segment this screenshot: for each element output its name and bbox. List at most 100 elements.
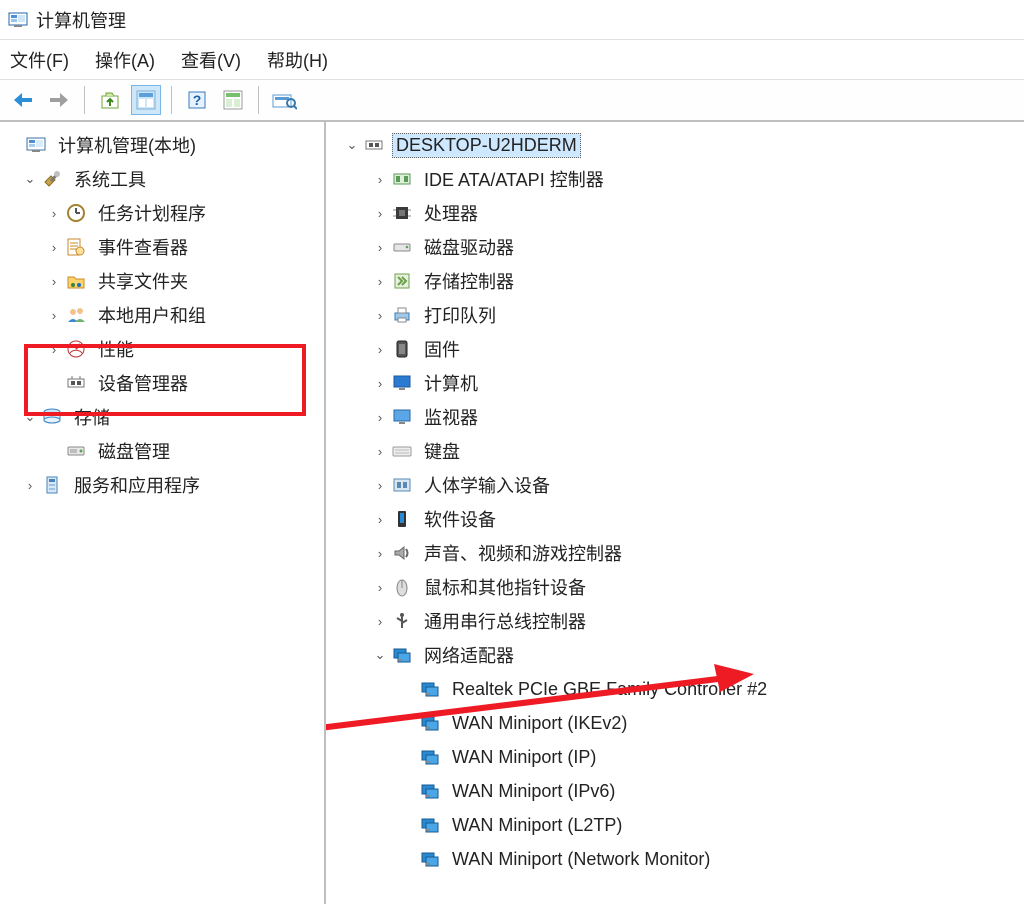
tree-local-users-groups[interactable]: › 本地用户和组: [0, 298, 324, 332]
expander-open-icon[interactable]: ⌄: [370, 647, 390, 663]
toolbar-separator: [84, 86, 85, 114]
network-adapter-icon: [418, 745, 442, 769]
tree-root-computer-management[interactable]: ▾ 计算机管理(本地): [0, 128, 324, 162]
expander-closed-icon[interactable]: ›: [370, 342, 390, 357]
expander-closed-icon[interactable]: ›: [20, 478, 40, 493]
tree-task-scheduler[interactable]: › 任务计划程序: [0, 196, 324, 230]
usb-icon: [390, 609, 414, 633]
tools-icon: [40, 167, 64, 191]
tree-system-tools[interactable]: ⌄ 系统工具: [0, 162, 324, 196]
computer-management-icon: [24, 133, 48, 157]
network-adapter-item[interactable]: WAN Miniport (L2TP): [326, 808, 1024, 842]
tree-services-apps[interactable]: › 服务和应用程序: [0, 468, 324, 502]
network-adapter-icon: [418, 847, 442, 871]
mouse-icon: [390, 575, 414, 599]
expander-closed-icon[interactable]: ›: [370, 376, 390, 391]
devcat-sound[interactable]: ›声音、视频和游戏控制器: [326, 536, 1024, 570]
devcat-monitor[interactable]: ›监视器: [326, 400, 1024, 434]
tree-performance[interactable]: › 性能: [0, 332, 324, 366]
window-title: 计算机管理: [36, 7, 126, 33]
expander-closed-icon[interactable]: ›: [44, 342, 64, 357]
devcat-software-device[interactable]: › 软件设备: [326, 502, 1024, 536]
devcat-disk-drive[interactable]: ›磁盘驱动器: [326, 230, 1024, 264]
expander-closed-icon[interactable]: ›: [370, 478, 390, 493]
menu-file[interactable]: 文件(F): [10, 47, 69, 73]
keyboard-icon: [390, 439, 414, 463]
network-adapter-item[interactable]: Realtek PCIe GBE Family Controller #2: [326, 672, 1024, 706]
expander-closed-icon[interactable]: ›: [44, 240, 64, 255]
devcat-print-queue[interactable]: ›打印队列: [326, 298, 1024, 332]
network-adapter-label: WAN Miniport (IPv6): [448, 779, 619, 804]
network-adapter-item[interactable]: WAN Miniport (IKEv2): [326, 706, 1024, 740]
expander-closed-icon[interactable]: ›: [370, 172, 390, 187]
expander-closed-icon[interactable]: ›: [370, 206, 390, 221]
tree-label: 任务计划程序: [94, 198, 210, 228]
devcat-hid[interactable]: ›人体学输入设备: [326, 468, 1024, 502]
devcat-processor[interactable]: › 处理器: [326, 196, 1024, 230]
tree-shared-folders[interactable]: › 共享文件夹: [0, 264, 324, 298]
title-bar: 计算机管理: [0, 0, 1024, 40]
clock-icon: [64, 201, 88, 225]
expander-closed-icon[interactable]: ›: [370, 308, 390, 323]
expander-closed-icon[interactable]: ›: [370, 240, 390, 255]
nav-back-button[interactable]: [8, 85, 38, 115]
left-tree-pane: ▾ 计算机管理(本地) ⌄ 系统工具: [0, 122, 326, 904]
menu-view[interactable]: 查看(V): [181, 47, 241, 73]
storage-controller-icon: [390, 269, 414, 293]
expander-closed-icon[interactable]: ›: [44, 206, 64, 221]
tree-disk-management[interactable]: › 磁盘管理: [0, 434, 324, 468]
devcat-computer[interactable]: › 计算机: [326, 366, 1024, 400]
expander-closed-icon[interactable]: ›: [370, 444, 390, 459]
nav-forward-button[interactable]: [44, 85, 74, 115]
devcat-usb[interactable]: › 通用串行总线控制器: [326, 604, 1024, 638]
devcat-label: 网络适配器: [420, 640, 518, 670]
tree-event-viewer[interactable]: › 事件查看器: [0, 230, 324, 264]
app-icon: [8, 10, 28, 30]
network-adapter-item[interactable]: WAN Miniport (IP): [326, 740, 1024, 774]
toolbar-separator: [171, 86, 172, 114]
devcat-label: 计算机: [420, 368, 482, 398]
expander-open-icon[interactable]: ⌄: [20, 409, 40, 425]
tree-storage[interactable]: ⌄ 存储: [0, 400, 324, 434]
expander-closed-icon[interactable]: ›: [370, 580, 390, 595]
tree-label: 性能: [94, 334, 138, 364]
devcat-storage-controller[interactable]: ›存储控制器: [326, 264, 1024, 298]
network-adapter-icon: [418, 711, 442, 735]
expander-closed-icon[interactable]: ›: [370, 546, 390, 561]
monitor-icon: [390, 405, 414, 429]
devcat-firmware[interactable]: › 固件: [326, 332, 1024, 366]
devcat-label: 软件设备: [420, 504, 500, 534]
devcat-label: 鼠标和其他指针设备: [420, 572, 590, 602]
help-button[interactable]: ?: [182, 85, 212, 115]
expander-closed-icon[interactable]: ›: [44, 274, 64, 289]
device-manager-icon: [64, 371, 88, 395]
devcat-keyboard[interactable]: ›键盘: [326, 434, 1024, 468]
devcat-ide-controller[interactable]: ›IDE ATA/ATAPI 控制器: [326, 162, 1024, 196]
expander-closed-icon[interactable]: ›: [370, 274, 390, 289]
network-adapter-item[interactable]: WAN Miniport (IPv6): [326, 774, 1024, 808]
devcat-network-adapter[interactable]: ⌄ 网络适配器: [326, 638, 1024, 672]
storage-icon: [40, 405, 64, 429]
expander-closed-icon[interactable]: ›: [370, 614, 390, 629]
properties-button[interactable]: [131, 85, 161, 115]
refresh-button[interactable]: [218, 85, 248, 115]
show-hidden-button[interactable]: [269, 85, 299, 115]
expander-closed-icon[interactable]: ›: [370, 512, 390, 527]
tree-label: 计算机管理(本地): [54, 130, 200, 160]
devmgr-root[interactable]: ⌄ DESKTOP-U2HDERM: [326, 128, 1024, 162]
expander-closed-icon[interactable]: ›: [44, 308, 64, 323]
network-adapter-label: WAN Miniport (IKEv2): [448, 711, 631, 736]
network-adapter-item[interactable]: WAN Miniport (Network Monitor): [326, 842, 1024, 876]
up-level-button[interactable]: [95, 85, 125, 115]
tree-label: 共享文件夹: [94, 266, 192, 296]
devcat-label: 通用串行总线控制器: [420, 606, 590, 636]
devcat-label: 处理器: [420, 198, 482, 228]
devcat-mouse[interactable]: › 鼠标和其他指针设备: [326, 570, 1024, 604]
menu-action[interactable]: 操作(A): [95, 47, 155, 73]
tree-device-manager[interactable]: › 设备管理器: [0, 366, 324, 400]
expander-open-icon[interactable]: ⌄: [20, 171, 40, 187]
expander-closed-icon[interactable]: ›: [370, 410, 390, 425]
devcat-label: 固件: [420, 334, 464, 364]
expander-open-icon[interactable]: ⌄: [342, 137, 362, 153]
menu-help[interactable]: 帮助(H): [267, 47, 328, 73]
